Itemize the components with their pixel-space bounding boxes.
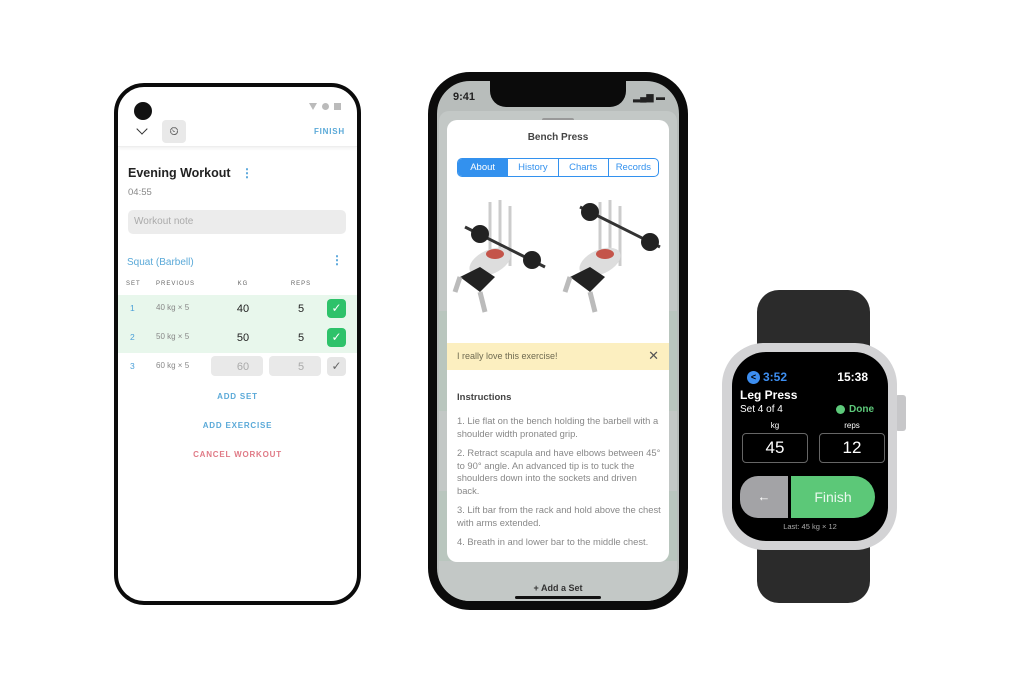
instruction-step: 3. Lift bar from the rack and hold above… [457, 504, 661, 528]
exercise-name: Leg Press [740, 388, 798, 402]
instructions-list: 1. Lie flat on the bench holding the bar… [457, 415, 661, 556]
kg-input[interactable]: 50 [228, 332, 258, 344]
exercise-note-banner: I really love this exercise! ✕ [447, 343, 669, 370]
exercise-illustration [452, 200, 661, 313]
android-phone: ⏲ FINISH Evening Workout ⋮ 04:55 Workout… [114, 83, 361, 605]
set-complete-checkbox[interactable]: ✓ [327, 328, 346, 347]
set-number: 2 [130, 332, 135, 342]
back-chevron-icon: < [747, 370, 760, 384]
set-complete-checkbox[interactable]: ✓ [327, 357, 346, 376]
check-circle-icon [836, 405, 845, 414]
status-time: 9:41 [453, 91, 476, 103]
col-previous: PREVIOUS [156, 281, 196, 287]
wifi-icon [309, 103, 317, 110]
rest-timer-back[interactable]: <3:52 [747, 370, 787, 384]
set-row: 3 60 kg × 5 60 5 ✓ [118, 353, 357, 382]
last-set: Last: 45 kg × 12 [783, 522, 837, 531]
cancel-workout-button[interactable]: CANCEL WORKOUT [118, 450, 357, 459]
reps-input[interactable]: 5 [286, 361, 316, 373]
done-status: Done [836, 404, 874, 415]
col-set: SET [126, 281, 141, 287]
exercise-more-icon[interactable]: ⋮ [331, 253, 343, 267]
previous-button[interactable]: ← [740, 476, 788, 518]
instructions-heading: Instructions [457, 392, 512, 403]
set-previous: 60 kg × 5 [156, 361, 190, 370]
watch-screen: <3:52 15:38 Leg Press Set 4 of 4 Done kg… [732, 352, 888, 541]
iphone: 9:41 ▂▄▆ ▬ Bench Press About History Cha… [428, 72, 688, 610]
kg-input[interactable]: 60 [228, 361, 258, 373]
tab-charts[interactable]: Charts [557, 159, 608, 176]
kg-field[interactable]: 45 [742, 433, 808, 463]
sheet-title: Bench Press [527, 132, 589, 143]
col-reps: REPS [290, 281, 312, 287]
reps-input[interactable]: 5 [286, 332, 316, 344]
workout-header: ⏲ FINISH [118, 117, 357, 147]
instruction-step: 1. Lie flat on the bench holding the bar… [457, 415, 659, 439]
battery-icon: ▬ [656, 92, 665, 102]
add-set-button[interactable]: ADD SET [118, 392, 357, 401]
instruction-step: 2. Retract scapula and have elbows betwe… [457, 447, 661, 496]
kg-input[interactable]: 40 [228, 303, 258, 315]
tab-about[interactable]: About [458, 159, 508, 176]
rest-timer-button[interactable]: ⏲ [162, 120, 186, 143]
reps-label: reps [844, 421, 860, 430]
elapsed-time: 04:55 [128, 187, 152, 198]
watch-band-top [757, 290, 870, 350]
workout-title-text: Evening Workout [128, 166, 231, 180]
signal-icon [322, 103, 329, 110]
set-complete-checkbox[interactable]: ✓ [327, 299, 346, 318]
set-number: 1 [130, 303, 135, 313]
status-icons: ▂▄▆ ▬ [633, 92, 665, 103]
clock: 15:38 [837, 370, 868, 384]
timer-icon: ⏲ [169, 124, 179, 138]
reps-field[interactable]: 12 [819, 433, 885, 463]
workout-title: Evening Workout ⋮ [128, 166, 253, 180]
finish-button[interactable]: Finish [791, 476, 875, 518]
set-progress: Set 4 of 4 [740, 404, 783, 415]
kg-label: kg [770, 421, 780, 430]
signal-icon: ▂▄▆ [633, 92, 654, 102]
chevron-down-icon[interactable] [136, 123, 148, 135]
set-previous: 40 kg × 5 [156, 303, 190, 312]
instruction-step: 4. Breath in and lower bar to the middle… [457, 536, 649, 547]
note-text: I really love this exercise! [457, 351, 558, 361]
bench-press-figure-end [562, 200, 661, 313]
finish-button[interactable]: FINISH [314, 127, 345, 136]
done-label: Done [849, 404, 874, 415]
set-row: 2 50 kg × 5 50 5 ✓ [118, 324, 357, 353]
add-set-button[interactable]: + Add a Set [437, 583, 679, 593]
tab-records[interactable]: Records [607, 159, 658, 176]
set-number: 3 [130, 361, 135, 371]
segmented-tabs: About History Charts Records [457, 158, 659, 177]
add-exercise-button[interactable]: ADD EXERCISE [118, 421, 357, 430]
tab-history[interactable]: History [507, 159, 557, 176]
notch [490, 81, 626, 107]
rest-timer: 3:52 [763, 370, 788, 384]
exercise-name[interactable]: Squat (Barbell) [127, 257, 194, 268]
col-kg: KG [237, 281, 249, 287]
home-indicator [515, 596, 601, 599]
bench-press-figure-start [452, 200, 546, 313]
set-previous: 50 kg × 5 [156, 332, 190, 341]
status-bar [309, 103, 341, 110]
set-row: 1 40 kg × 5 40 5 ✓ [118, 295, 357, 324]
reps-input[interactable]: 5 [286, 303, 316, 315]
close-icon[interactable]: ✕ [648, 348, 659, 364]
workout-note-input[interactable]: Workout note [128, 210, 346, 234]
exercise-sheet: Bench Press About History Charts Records [447, 120, 669, 562]
battery-icon [334, 103, 341, 110]
more-vert-icon[interactable]: ⋮ [241, 166, 253, 180]
